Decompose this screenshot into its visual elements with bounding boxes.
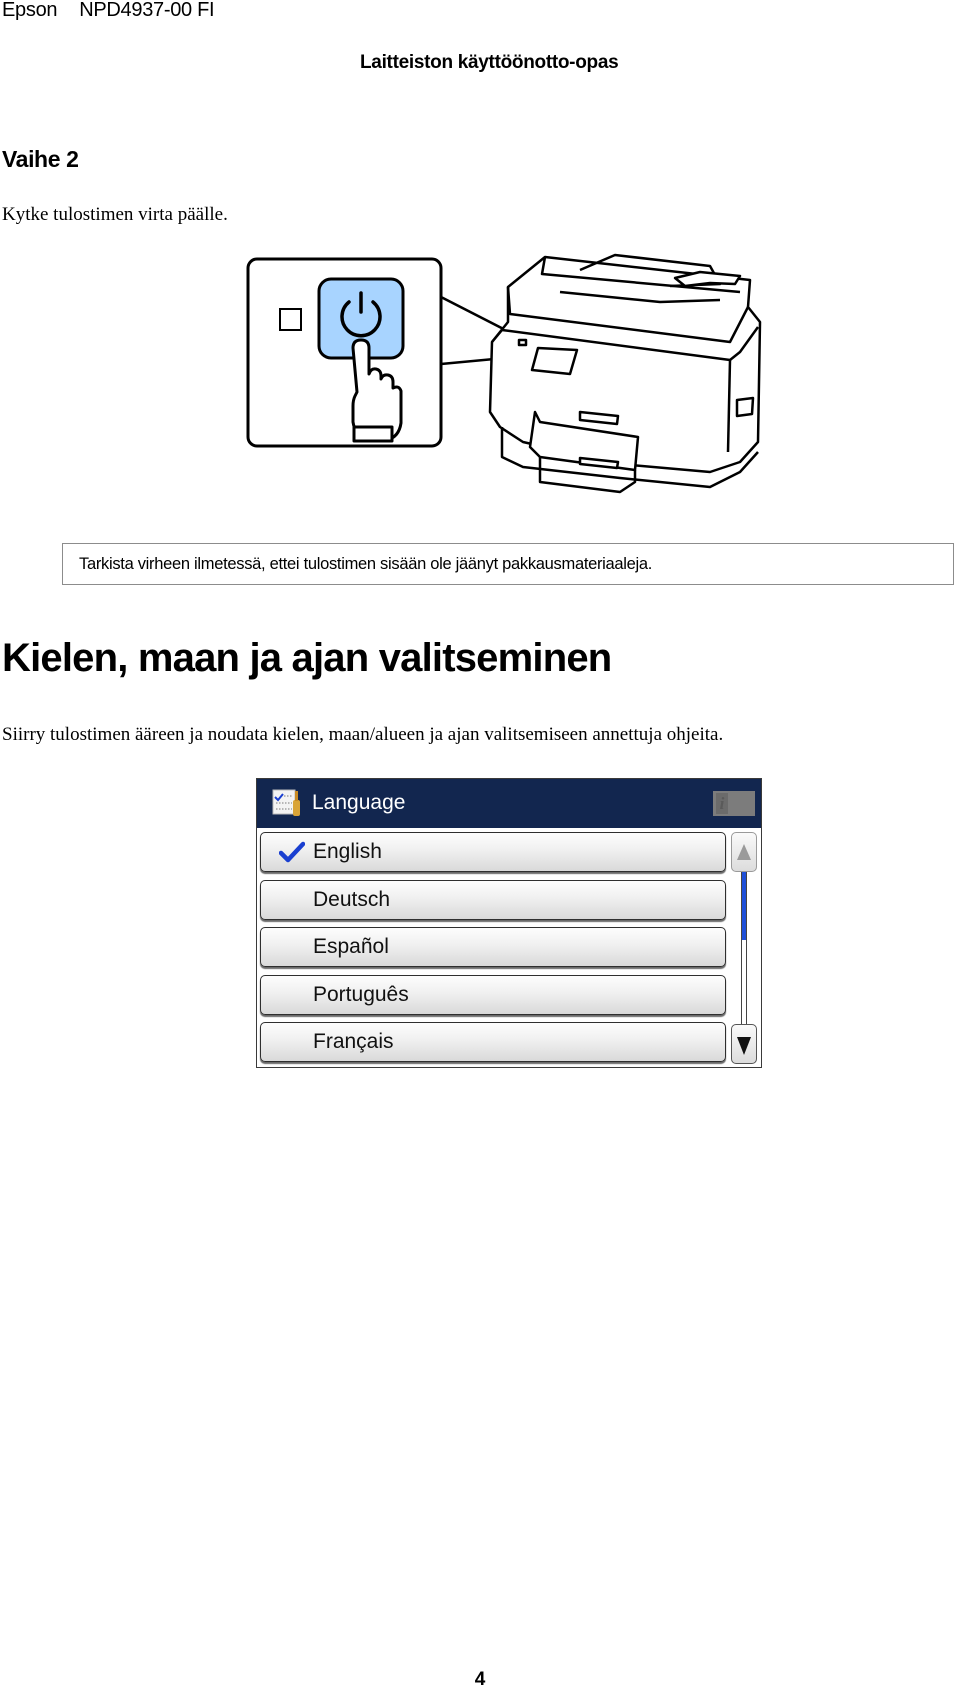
language-option-francais[interactable]: Français bbox=[260, 1022, 726, 1062]
callout-box bbox=[246, 257, 443, 448]
language-list: English Deutsch Español Português França… bbox=[260, 832, 726, 1070]
language-option-deutsch[interactable]: Deutsch bbox=[260, 879, 726, 920]
scroll-track[interactable] bbox=[741, 872, 747, 1024]
language-label: Français bbox=[313, 1030, 394, 1053]
language-option-espanol[interactable]: Español bbox=[260, 927, 726, 967]
step-instruction: Kytke tulostimen virta päälle. bbox=[2, 204, 228, 225]
language-screen: Language i English Deutsch Español Portu… bbox=[256, 778, 762, 1068]
power-on-illustration bbox=[246, 253, 762, 494]
document-code: NPD4937-00 FI bbox=[79, 0, 215, 21]
scroll-up-button[interactable] bbox=[731, 832, 757, 872]
settings-checklist-icon bbox=[272, 789, 300, 816]
note-text: Tarkista virheen ilmetessä, ettei tulost… bbox=[79, 555, 653, 573]
language-label: English bbox=[313, 840, 382, 863]
section-text: Siirry tulostimen ääreen ja noudata kiel… bbox=[2, 724, 724, 745]
scrollbar[interactable] bbox=[731, 832, 758, 1064]
language-option-portugues[interactable]: Português bbox=[260, 974, 726, 1015]
arrow-up-icon bbox=[737, 844, 751, 860]
language-label: Português bbox=[313, 982, 409, 1006]
guide-title: Laitteiston käyttöönotto-opas bbox=[360, 52, 619, 73]
printer-icon bbox=[488, 253, 762, 494]
running-header: Epson NPD4937-00 FI bbox=[2, 0, 215, 22]
printer-power-button bbox=[517, 338, 528, 347]
lcd-header: Language i bbox=[257, 779, 761, 828]
section-title: Kielen, maan ja ajan valitseminen bbox=[2, 636, 612, 680]
language-option-english[interactable]: English bbox=[260, 832, 726, 872]
page-number: 4 bbox=[474, 1669, 486, 1690]
language-label: Deutsch bbox=[313, 887, 391, 911]
info-icon: i bbox=[716, 793, 728, 814]
arrow-down-icon bbox=[737, 1037, 751, 1055]
note-box: Tarkista virheen ilmetessä, ettei tulost… bbox=[62, 543, 954, 585]
info-button[interactable]: i bbox=[713, 791, 755, 816]
scroll-thumb[interactable] bbox=[742, 872, 746, 941]
step-title: Vaihe 2 bbox=[2, 146, 79, 172]
brand-name: Epson bbox=[2, 0, 58, 21]
language-label: Español bbox=[313, 935, 389, 958]
scroll-down-button[interactable] bbox=[731, 1024, 757, 1064]
lcd-title: Language bbox=[312, 791, 406, 814]
checkmark-icon bbox=[279, 841, 305, 863]
indicator-light-icon bbox=[279, 308, 302, 331]
